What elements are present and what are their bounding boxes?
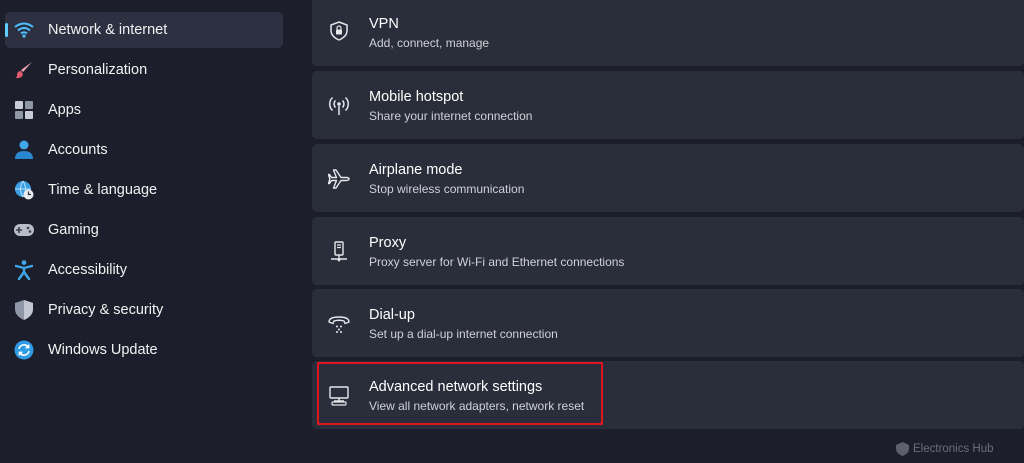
setting-title: Proxy: [369, 235, 407, 251]
setting-subtitle: Share your internet connection: [369, 109, 533, 123]
sidebar-item-time-language[interactable]: Time & language: [5, 172, 283, 208]
update-icon: [14, 340, 34, 360]
setting-title: Dial-up: [369, 307, 415, 323]
brush-icon: [14, 60, 34, 80]
sidebar-item-label: Personalization: [48, 62, 148, 78]
sidebar-item-label: Gaming: [48, 222, 99, 238]
setting-card-proxy[interactable]: Proxy Proxy server for Wi-Fi and Etherne…: [312, 217, 1024, 285]
setting-card-vpn[interactable]: VPN Add, connect, manage: [312, 0, 1024, 66]
airplane-icon: [328, 168, 350, 190]
hotspot-icon: [328, 95, 350, 117]
selection-indicator: [5, 23, 8, 37]
setting-card-mobile-hotspot[interactable]: Mobile hotspot Share your internet conne…: [312, 71, 1024, 139]
watermark-text: Electronics Hub: [913, 443, 994, 455]
setting-subtitle: View all network adapters, network reset: [369, 399, 585, 413]
sidebar-item-label: Privacy & security: [48, 302, 164, 318]
accessibility-icon: [14, 260, 34, 280]
sidebar-item-network-internet[interactable]: Network & internet: [5, 12, 283, 48]
apps-icon: [14, 100, 34, 120]
wifi-icon: [14, 20, 34, 40]
setting-subtitle: Add, connect, manage: [369, 36, 490, 50]
sidebar-nav: Network & internet Personalization Apps …: [0, 0, 296, 463]
person-icon: [14, 140, 34, 160]
sidebar-item-label: Accessibility: [48, 262, 127, 278]
setting-title: Airplane mode: [369, 162, 463, 178]
vpn-shield-icon: [328, 20, 350, 42]
watermark: Electronics Hub: [896, 442, 994, 456]
sidebar-item-label: Apps: [48, 102, 82, 118]
shield-icon: [14, 300, 34, 320]
gamepad-icon: [14, 220, 34, 240]
setting-title: VPN: [369, 16, 399, 32]
setting-card-dial-up[interactable]: Dial-up Set up a dial-up internet connec…: [312, 289, 1024, 357]
sidebar-item-label: Accounts: [48, 142, 108, 158]
setting-title: Advanced network settings: [369, 379, 543, 395]
sidebar-item-accessibility[interactable]: Accessibility: [5, 252, 283, 288]
watermark-logo-icon: [896, 442, 909, 456]
sidebar-item-windows-update[interactable]: Windows Update: [5, 332, 283, 368]
sidebar-item-apps[interactable]: Apps: [5, 92, 283, 128]
sidebar-item-label: Time & language: [48, 182, 158, 198]
sidebar-item-privacy-security[interactable]: Privacy & security: [5, 292, 283, 328]
proxy-icon: [328, 241, 350, 263]
settings-list: VPN Add, connect, manage Mobile hotspot …: [312, 0, 1024, 463]
sidebar-item-accounts[interactable]: Accounts: [5, 132, 283, 168]
sidebar-item-personalization[interactable]: Personalization: [5, 52, 283, 88]
setting-subtitle: Set up a dial-up internet connection: [369, 327, 558, 341]
dialup-icon: [328, 313, 350, 335]
setting-card-airplane-mode[interactable]: Airplane mode Stop wireless communicatio…: [312, 144, 1024, 212]
sidebar-item-gaming[interactable]: Gaming: [5, 212, 283, 248]
sidebar-item-label: Windows Update: [48, 342, 158, 358]
setting-subtitle: Proxy server for Wi-Fi and Ethernet conn…: [369, 255, 625, 269]
globe-clock-icon: [14, 180, 34, 200]
setting-title: Mobile hotspot: [369, 89, 464, 105]
monitor-network-icon: [328, 385, 350, 407]
setting-subtitle: Stop wireless communication: [369, 182, 525, 196]
setting-card-advanced-network-settings[interactable]: Advanced network settings View all netwo…: [312, 361, 1024, 429]
sidebar-item-label: Network & internet: [48, 22, 168, 38]
